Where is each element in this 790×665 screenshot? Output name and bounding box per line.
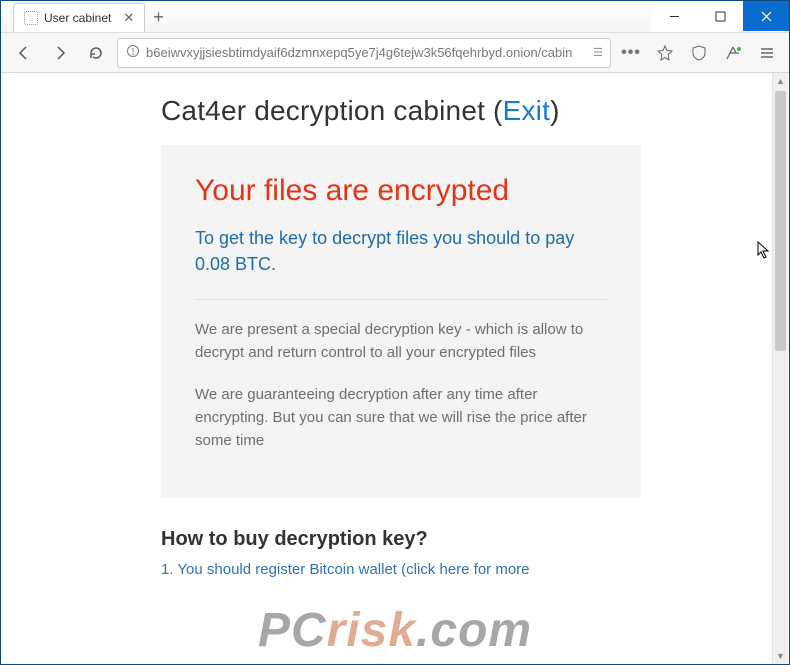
reader-mode-icon[interactable]: ☰ <box>593 46 602 59</box>
url-text: b6eiwvxyjjsiesbtimdyaif6dzmnxepq5ye7j4g6… <box>146 45 587 60</box>
browser-tab[interactable]: User cabinet ✕ <box>13 3 145 32</box>
vertical-scrollbar[interactable]: ▲ ▼ <box>772 73 788 664</box>
new-tab-button[interactable]: + <box>145 3 172 32</box>
howto-step-1: 1. You should register Bitcoin wallet (c… <box>161 561 749 578</box>
bookmark-star-icon[interactable] <box>651 39 679 67</box>
titlebar: User cabinet ✕ + <box>1 1 789 33</box>
back-button[interactable] <box>9 38 39 68</box>
favicon-placeholder-icon <box>24 11 38 25</box>
maximize-button[interactable] <box>697 1 743 31</box>
tab-strip: User cabinet ✕ + <box>1 1 651 32</box>
encrypted-heading: Your files are encrypted <box>195 173 607 209</box>
tracking-shield-icon[interactable] <box>685 39 713 67</box>
close-window-button[interactable] <box>743 1 789 31</box>
paragraph-2: We are guaranteeing decryption after any… <box>195 383 607 453</box>
extensions-icon[interactable] <box>719 39 747 67</box>
page-actions-icon[interactable]: ••• <box>617 39 645 67</box>
page-viewport: Cat4er decryption cabinet (Exit) Your fi… <box>1 73 789 664</box>
toolbar: b6eiwvxyjjsiesbtimdyaif6dzmnxepq5ye7j4g6… <box>1 33 789 73</box>
title-prefix: Cat4er decryption cabinet ( <box>161 95 503 126</box>
exit-link[interactable]: Exit <box>503 95 550 126</box>
menu-hamburger-icon[interactable] <box>753 39 781 67</box>
page-title: Cat4er decryption cabinet (Exit) <box>161 95 749 127</box>
forward-button[interactable] <box>45 38 75 68</box>
url-bar[interactable]: b6eiwvxyjjsiesbtimdyaif6dzmnxepq5ye7j4g6… <box>117 38 611 68</box>
minimize-button[interactable] <box>651 1 697 31</box>
window-controls <box>651 1 789 32</box>
reload-button[interactable] <box>81 38 111 68</box>
scroll-thumb[interactable] <box>775 91 786 351</box>
howto-heading: How to buy decryption key? <box>161 528 749 551</box>
scroll-down-arrow-icon[interactable]: ▼ <box>773 648 788 664</box>
watermark-pc: PC <box>258 604 327 657</box>
info-card: Your files are encrypted To get the key … <box>161 145 641 498</box>
scroll-up-arrow-icon[interactable]: ▲ <box>773 73 788 89</box>
browser-window: User cabinet ✕ + <box>0 0 790 665</box>
tab-title: User cabinet <box>44 11 111 25</box>
watermark-risk: risk <box>327 604 416 657</box>
watermark-com: .com <box>416 604 532 657</box>
tab-close-icon[interactable]: ✕ <box>123 10 134 26</box>
page-content: Cat4er decryption cabinet (Exit) Your fi… <box>1 73 789 578</box>
watermark: PCrisk.com <box>1 603 789 658</box>
title-suffix: ) <box>550 95 560 126</box>
paragraph-1: We are present a special decryption key … <box>195 318 607 365</box>
payment-subtext: To get the key to decrypt files you shou… <box>195 225 607 277</box>
divider <box>195 299 607 300</box>
site-info-icon[interactable] <box>126 44 140 61</box>
